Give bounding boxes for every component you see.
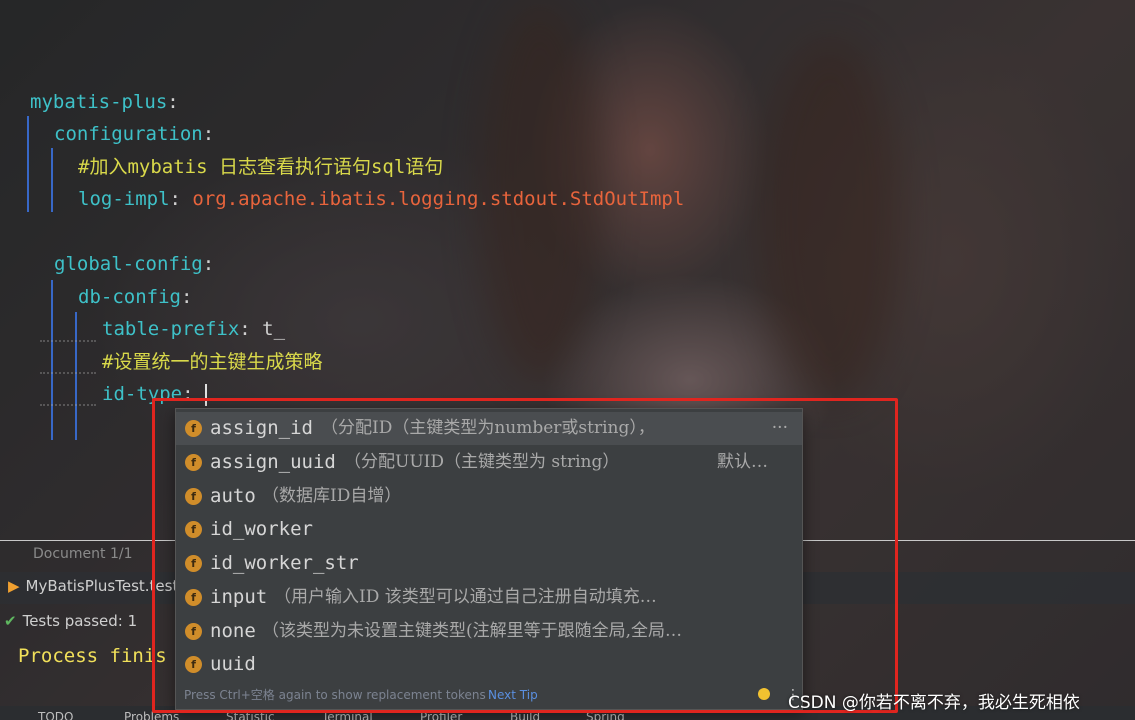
- yaml-key: configuration: [54, 123, 203, 145]
- yaml-key: global-config: [54, 253, 203, 275]
- indent-guide: [51, 148, 53, 212]
- yaml-key: db-config: [78, 286, 181, 308]
- yaml-comment: #加入mybatis 日志查看执行语句sql语句: [78, 156, 444, 178]
- yaml-plain-value: t_: [262, 318, 286, 340]
- yaml-colon: :: [202, 123, 215, 145]
- yaml-colon: :: [169, 188, 193, 210]
- whitespace-markers: [40, 404, 96, 408]
- yaml-colon: :: [180, 286, 193, 308]
- console-output: Process finis: [18, 645, 167, 667]
- code-line[interactable]: mybatis-plus:: [30, 86, 179, 118]
- code-line[interactable]: configuration:: [54, 118, 214, 150]
- run-config-icon: ▶: [8, 577, 20, 595]
- indent-guide: [75, 312, 77, 440]
- yaml-colon: :: [167, 91, 179, 113]
- code-line[interactable]: db-config:: [78, 281, 192, 313]
- check-icon: ✔: [4, 612, 17, 630]
- document-indicator: Document 1/1: [33, 546, 133, 562]
- test-result-label: Tests passed: 1: [22, 612, 138, 630]
- code-line[interactable]: #设置统一的主键生成策略: [102, 346, 322, 378]
- yaml-comment: #设置统一的主键生成策略: [102, 351, 323, 373]
- yaml-key: log-impl: [78, 188, 170, 210]
- code-line[interactable]: table-prefix: t_: [102, 313, 285, 345]
- yaml-key: table-prefix: [102, 318, 240, 340]
- whitespace-markers: [40, 340, 96, 344]
- yaml-key: mybatis-plus: [30, 91, 168, 113]
- yaml-colon: :: [202, 253, 215, 275]
- yaml-colon: :: [239, 318, 263, 340]
- watermark: CSDN @你若不离不弃，我必生死相依: [788, 693, 1080, 713]
- indent-guide: [51, 280, 53, 440]
- code-line[interactable]: log-impl: org.apache.ibatis.logging.stdo…: [78, 183, 684, 215]
- yaml-value: org.apache.ibatis.logging.stdout.StdOutI…: [192, 188, 685, 210]
- code-line[interactable]: #加入mybatis 日志查看执行语句sql语句: [78, 151, 443, 183]
- whitespace-markers: [40, 372, 96, 376]
- indent-guide: [27, 116, 29, 212]
- highlight-annotation: [152, 398, 898, 713]
- toolbar-button-todo[interactable]: TODO: [38, 710, 73, 720]
- code-line[interactable]: global-config:: [54, 248, 214, 280]
- test-result: ✔ Tests passed: 1: [4, 612, 137, 630]
